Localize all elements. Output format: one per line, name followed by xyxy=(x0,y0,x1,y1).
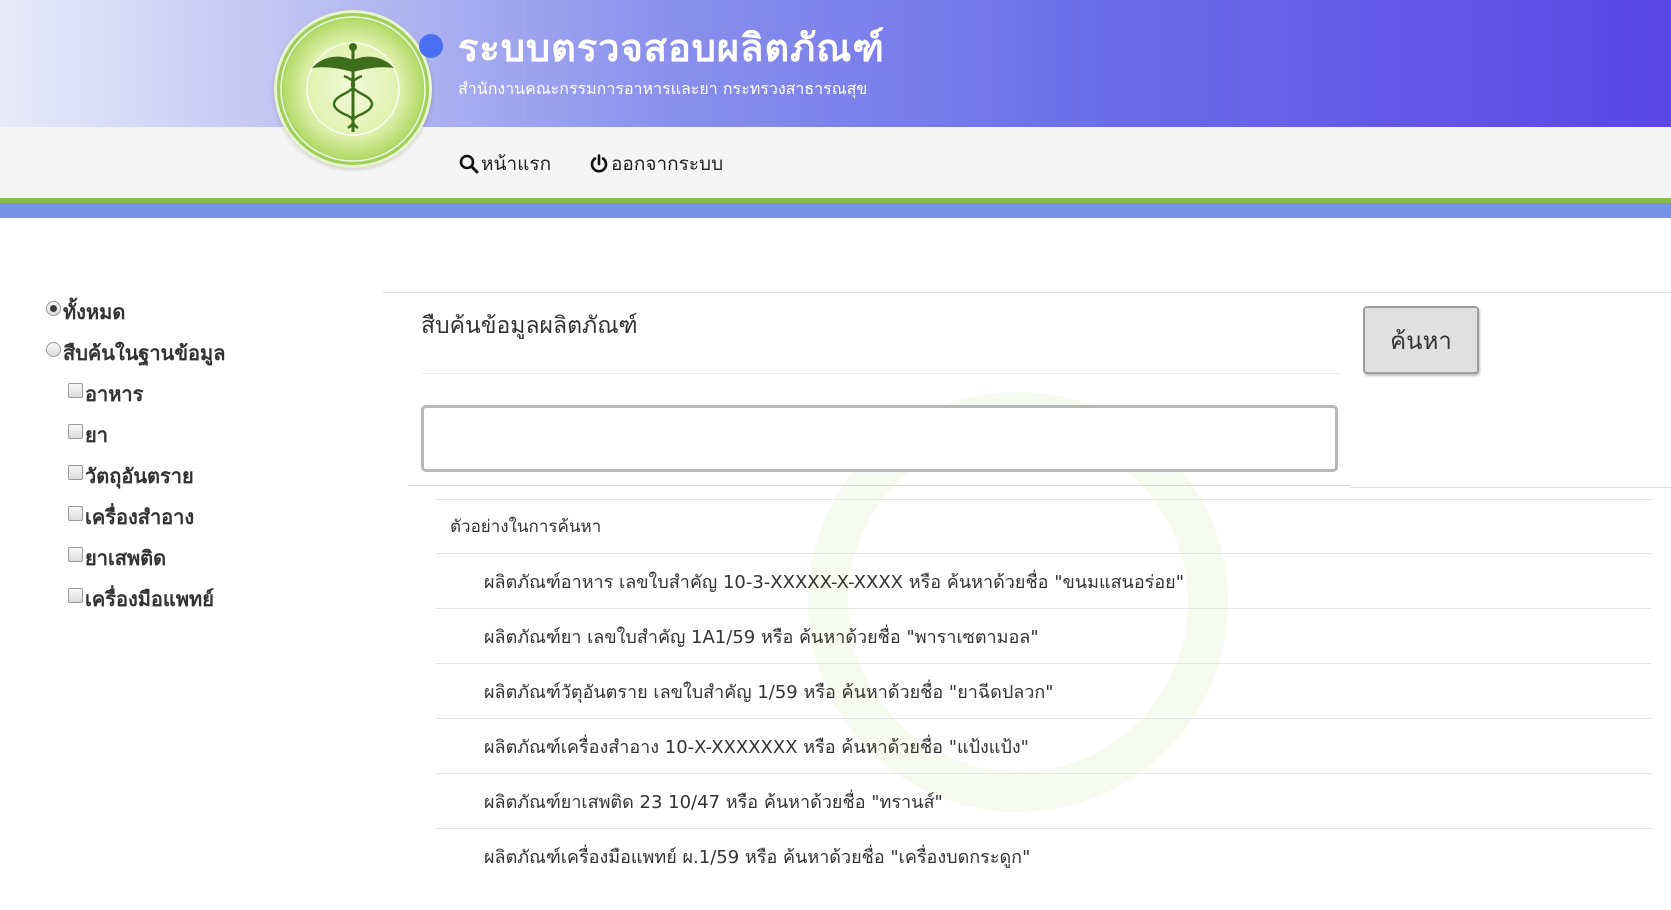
checkbox-label: ยา xyxy=(85,423,108,447)
checkbox-option-medical-device[interactable]: เครื่องมือแพทย์ xyxy=(68,583,214,615)
radio-label-all: ทั้งหมด xyxy=(63,300,126,324)
divider xyxy=(408,485,1351,486)
power-icon xyxy=(589,154,609,174)
radio-option-all[interactable]: ทั้งหมด xyxy=(46,296,125,328)
checkbox[interactable] xyxy=(68,587,83,603)
example-item: ผลิตภัณฑ์วัตุอันตราย เลขใบสำคัญ 1/59 หรื… xyxy=(436,664,1651,719)
checkbox-option-hazardous[interactable]: วัตถุอันตราย xyxy=(68,460,194,492)
title-bullet-icon xyxy=(419,34,443,58)
example-item: ผลิตภัณฑ์เครื่องสำอาง 10-X-XXXXXXX หรือ … xyxy=(436,719,1651,774)
nav-bar: หน้าแรก ออกจากระบบ xyxy=(0,127,1671,198)
site-title: ระบบตรวจสอบผลิตภัณฑ์ xyxy=(458,26,885,70)
radio-label-database: สืบค้นในฐานข้อมูล xyxy=(63,341,226,365)
search-examples-list: ตัวอย่างในการค้นหา ผลิตภัณฑ์อาหาร เลขใบส… xyxy=(436,499,1651,884)
nav-home-link[interactable]: หน้าแรก xyxy=(459,149,551,179)
checkbox-option-narcotics[interactable]: ยาเสพติด xyxy=(68,542,166,574)
search-icon xyxy=(459,154,479,174)
site-subtitle: สำนักงานคณะกรรมการอาหารและยา กระทรวงสาธา… xyxy=(458,79,868,98)
radio-button[interactable] xyxy=(46,300,61,316)
checkbox-option-cosmetics[interactable]: เครื่องสำอาง xyxy=(68,501,194,533)
checkbox[interactable] xyxy=(68,464,83,480)
checkbox-label: เครื่องสำอาง xyxy=(85,505,195,529)
radio-option-database[interactable]: สืบค้นในฐานข้อมูล xyxy=(46,337,225,369)
example-item: ผลิตภัณฑ์อาหาร เลขใบสำคัญ 10-3-XXXXX-X-X… xyxy=(436,554,1651,609)
checkbox-option-food[interactable]: อาหาร xyxy=(68,378,143,410)
checkbox-option-drug[interactable]: ยา xyxy=(68,419,108,451)
nav-logout-link[interactable]: ออกจากระบบ xyxy=(589,149,723,179)
checkbox[interactable] xyxy=(68,546,83,562)
checkbox-label: เครื่องมือแพทย์ xyxy=(85,587,214,611)
example-item: ผลิตภัณฑ์ยา เลขใบสำคัญ 1A1/59 หรือ ค้นหา… xyxy=(436,609,1651,664)
checkbox[interactable] xyxy=(68,505,83,521)
checkbox[interactable] xyxy=(68,423,83,439)
header-divider-blue xyxy=(0,203,1671,218)
search-input[interactable] xyxy=(421,405,1338,472)
checkbox-label: ยาเสพติด xyxy=(85,546,167,570)
example-item: ผลิตภัณฑ์ยาเสพติด 23 10/47 หรือ ค้นหาด้ว… xyxy=(436,774,1651,829)
nav-home-label: หน้าแรก xyxy=(481,153,552,175)
divider xyxy=(1351,487,1671,488)
divider xyxy=(383,292,1671,293)
radio-button[interactable] xyxy=(46,341,61,357)
divider xyxy=(421,373,1341,374)
example-item: ผลิตภัณฑ์เครื่องมือแพทย์ ผ.1/59 หรือ ค้น… xyxy=(484,847,1031,868)
checkbox-label: อาหาร xyxy=(85,382,144,406)
checkbox-label: วัตถุอันตราย xyxy=(85,464,194,488)
search-heading: สืบค้นข้อมูลผลิตภัณฑ์ xyxy=(421,313,638,339)
caduceus-emblem-icon xyxy=(274,10,432,168)
checkbox[interactable] xyxy=(68,382,83,398)
nav-logout-label: ออกจากระบบ xyxy=(611,153,724,175)
examples-header: ตัวอย่างในการค้นหา xyxy=(436,499,1651,554)
search-button[interactable]: ค้นหา xyxy=(1363,306,1479,374)
